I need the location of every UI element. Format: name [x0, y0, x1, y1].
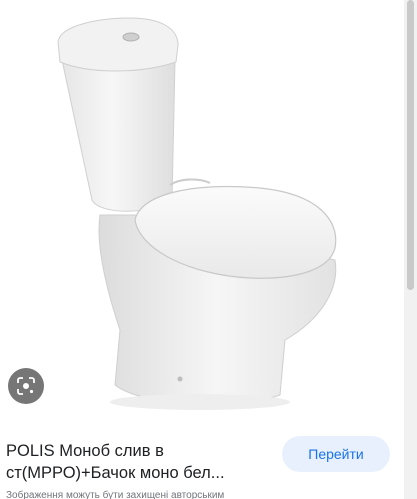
- lens-search-button[interactable]: [8, 368, 44, 404]
- toilet-illustration: [57, 17, 337, 410]
- go-button[interactable]: Перейти: [282, 436, 390, 472]
- product-image[interactable]: [0, 0, 404, 420]
- image-preview-panel: POLIS Моноб слив в ст(МРРО)+Бачок моно б…: [0, 0, 417, 499]
- scrollbar-thumb[interactable]: [407, 0, 414, 290]
- lens-icon: [17, 377, 35, 395]
- product-title[interactable]: POLIS Моноб слив в ст(МРРО)+Бачок моно б…: [6, 440, 270, 484]
- copyright-disclaimer: Зображення можуть бути захищені авторськ…: [6, 490, 225, 499]
- scrollbar-track[interactable]: [404, 0, 417, 499]
